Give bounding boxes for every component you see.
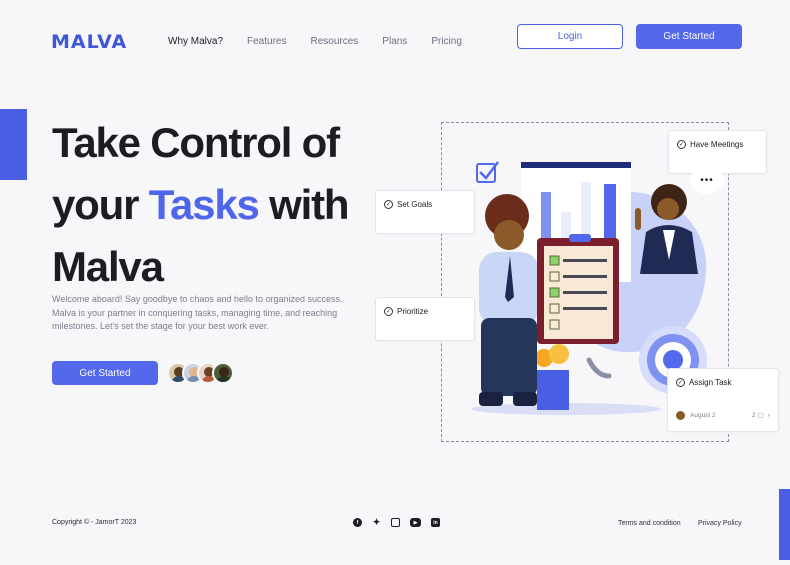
nav-features[interactable]: Features: [247, 36, 286, 47]
assign-task-label: Assign Task: [689, 378, 732, 387]
have-meetings-label: Have Meetings: [690, 140, 744, 149]
twitter-icon[interactable]: ✦: [372, 517, 381, 527]
assign-task-date: August 2: [690, 412, 716, 419]
nav-resources[interactable]: Resources: [310, 36, 358, 47]
check-circle-icon: ✓: [384, 307, 393, 316]
hero-description: Welcome aboard! Say goodbye to chaos and…: [52, 294, 343, 331]
nav-why-malva[interactable]: Why Malva?: [168, 36, 223, 47]
logo[interactable]: MALVA: [51, 31, 127, 53]
facebook-icon[interactable]: f: [353, 518, 362, 527]
assign-task-comments: 2 ▢ ›: [752, 411, 770, 420]
chevron-right-icon: ›: [767, 411, 770, 419]
check-circle-icon: ✓: [676, 378, 685, 387]
hero-title-highlight: Tasks: [148, 181, 260, 228]
hero-title-line3: Malva: [52, 243, 164, 290]
main-nav: Why Malva? Features Resources Plans Pric…: [168, 36, 486, 47]
have-meetings-card: ✓ Have Meetings: [668, 130, 767, 174]
hero-title-line2-pre: your: [52, 181, 149, 228]
avatar: [676, 411, 685, 420]
avatar: [212, 362, 234, 384]
prioritize-card: ✓ Prioritize: [375, 297, 475, 341]
chat-dots-bubble: •••: [690, 166, 724, 194]
chat-dots: •••: [700, 174, 714, 186]
instagram-icon[interactable]: [391, 518, 400, 527]
hero-title-line2-post: with: [258, 181, 349, 228]
hero-title: Take Control of your Tasks with Malva: [52, 112, 372, 298]
prioritize-label: Prioritize: [397, 307, 429, 316]
set-goals-label: Set Goals: [397, 200, 433, 209]
comment-icon: ▢: [757, 412, 764, 419]
terms-link[interactable]: Terms and condition: [618, 520, 681, 527]
social-links: f ✦ ▶ in: [353, 517, 440, 527]
assign-task-card: ✓ Assign Task August 2 2 ▢ ›: [667, 368, 779, 432]
hero-title-line1: Take Control of: [52, 119, 340, 166]
assign-task-meta: August 2: [676, 411, 716, 420]
logo-text: MALVA: [51, 31, 128, 53]
nav-get-started-button[interactable]: Get Started: [636, 24, 742, 49]
set-goals-card: ✓ Set Goals: [375, 190, 475, 234]
left-accent-bar: [0, 109, 27, 180]
comment-count: 2: [752, 411, 756, 419]
youtube-icon[interactable]: ▶: [410, 518, 421, 527]
privacy-policy-link[interactable]: Privacy Policy: [698, 520, 742, 527]
linkedin-icon[interactable]: in: [431, 518, 440, 527]
check-circle-icon: ✓: [677, 140, 686, 149]
nav-pricing[interactable]: Pricing: [431, 36, 462, 47]
nav-plans[interactable]: Plans: [382, 36, 407, 47]
avatar-group: [167, 362, 234, 384]
right-accent-bar: [779, 489, 790, 560]
copyright-text: Copyright © - JamorT 2023: [52, 519, 137, 526]
hero-get-started-button[interactable]: Get Started: [52, 361, 158, 385]
login-button[interactable]: Login: [517, 24, 623, 49]
check-circle-icon: ✓: [384, 200, 393, 209]
